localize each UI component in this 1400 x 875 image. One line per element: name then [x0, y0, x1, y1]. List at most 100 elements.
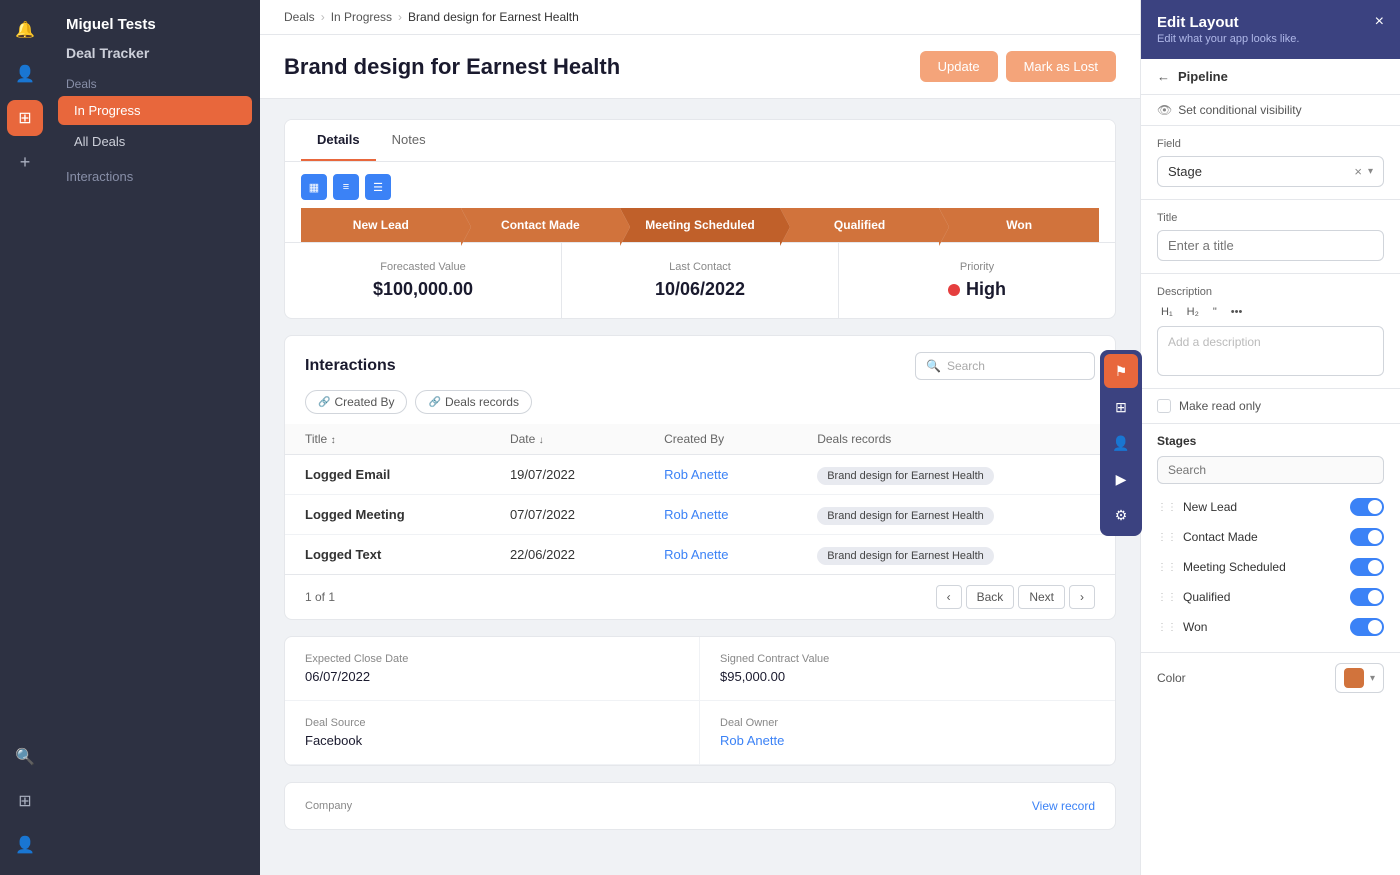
grid-icon[interactable]: ⊞ [7, 100, 43, 136]
nav-all-deals[interactable]: All Deals [58, 127, 252, 156]
field-select[interactable]: Stage × ▾ [1157, 156, 1384, 187]
cell-deals-record[interactable]: Brand design for Earnest Health [797, 535, 1115, 575]
stage-label: New Lead [1183, 500, 1237, 514]
drag-handle-icon[interactable]: ⋮⋮ [1157, 532, 1177, 543]
float-btn-user[interactable]: 👤 [1104, 426, 1138, 460]
apps-icon[interactable]: ⊞ [7, 783, 43, 819]
stage-contact-made[interactable]: Contact Made [461, 208, 621, 242]
deals-section-label: Deals [50, 69, 260, 95]
drag-handle-icon[interactable]: ⋮⋮ [1157, 562, 1177, 573]
pipeline-icons: ▦ ≡ ☰ [301, 174, 1099, 200]
stage-label: Won [1183, 620, 1207, 634]
link-icon: 🔗 [318, 397, 330, 408]
search-icon[interactable]: 🔍 [7, 739, 43, 775]
stages-search-input[interactable] [1157, 456, 1384, 484]
company-section: Company View record [285, 783, 1115, 829]
tab-details[interactable]: Details [301, 120, 376, 161]
pipeline-icon-1[interactable]: ▦ [301, 174, 327, 200]
drag-handle-icon[interactable]: ⋮⋮ [1157, 502, 1177, 513]
detail-cell: Deal Source Facebook [285, 701, 700, 765]
view-record-link[interactable]: View record [1032, 799, 1095, 813]
nav-interactions[interactable]: Interactions [50, 161, 260, 192]
float-btn-table[interactable]: ⊞ [1104, 390, 1138, 424]
filter-tab-deals-records[interactable]: 🔗 Deals records [415, 390, 531, 414]
pipeline-icon-3[interactable]: ☰ [365, 174, 391, 200]
back-arrow-icon[interactable]: ← [1157, 69, 1170, 84]
stage-toggle-left: ⋮⋮ Meeting Scheduled [1157, 560, 1286, 574]
float-btn-flag[interactable]: ⚑ [1104, 354, 1138, 388]
stage-toggle-row: ⋮⋮ Qualified [1157, 582, 1384, 612]
detail-value[interactable]: Rob Anette [720, 733, 1095, 748]
bell-icon[interactable]: 🔔 [7, 12, 43, 48]
desc-h1[interactable]: H₁ [1157, 304, 1177, 320]
desc-quote[interactable]: " [1209, 304, 1221, 320]
drag-handle-icon[interactable]: ⋮⋮ [1157, 592, 1177, 603]
desc-more[interactable]: ••• [1227, 304, 1247, 320]
make-readonly-checkbox[interactable] [1157, 399, 1171, 413]
color-picker-button[interactable]: ▾ [1335, 663, 1384, 693]
col-date[interactable]: Date ↓ [490, 424, 644, 455]
chevron-color-icon: ▾ [1370, 673, 1375, 684]
page-btn-right[interactable]: › [1069, 585, 1095, 609]
page-body: Details Notes ▦ ≡ ☰ New Lead Contact Mad… [260, 99, 1140, 875]
plus-icon[interactable]: + [7, 144, 43, 180]
avatar-icon[interactable]: 👤 [7, 56, 43, 92]
chevron-field-icon: ▾ [1368, 166, 1373, 177]
stage-toggle[interactable] [1350, 498, 1384, 516]
title-input[interactable] [1157, 230, 1384, 261]
stat-priority: Priority High [839, 243, 1115, 318]
stat-last-contact: Last Contact 10/06/2022 [562, 243, 839, 318]
filter-tab-deals-label: Deals records [445, 395, 519, 409]
stage-qualified[interactable]: Qualified [780, 208, 940, 242]
table-row: Logged Text 22/06/2022 Rob Anette Brand … [285, 535, 1115, 575]
user-icon[interactable]: 👤 [7, 827, 43, 863]
detail-value: $95,000.00 [720, 669, 1095, 684]
mark-as-lost-button[interactable]: Mark as Lost [1006, 51, 1116, 82]
stage-new-lead[interactable]: New Lead [301, 208, 461, 242]
pipeline-icon-2[interactable]: ≡ [333, 174, 359, 200]
float-btn-settings[interactable]: ⚙ [1104, 498, 1138, 532]
detail-fields-card: Expected Close Date 06/07/2022 Signed Co… [284, 636, 1116, 766]
stage-toggle[interactable] [1350, 618, 1384, 636]
description-area[interactable]: Add a description [1157, 326, 1384, 376]
breadcrumb-deals[interactable]: Deals [284, 10, 315, 24]
breadcrumb-in-progress[interactable]: In Progress [331, 10, 392, 24]
cell-created-by[interactable]: Rob Anette [644, 495, 797, 535]
page-btn-back[interactable]: Back [966, 585, 1015, 609]
stat-last-contact-label: Last Contact [582, 261, 818, 273]
interactions-search[interactable]: 🔍 Search [915, 352, 1095, 380]
desc-h2[interactable]: H₂ [1183, 304, 1203, 320]
filter-tabs: 🔗 Created By 🔗 Deals records [285, 390, 1115, 424]
filter-tab-created-by-label: Created By [334, 395, 394, 409]
tab-notes[interactable]: Notes [376, 120, 442, 161]
pipeline-stages: New Lead Contact Made Meeting Scheduled … [301, 208, 1099, 242]
update-button[interactable]: Update [920, 51, 998, 82]
title-section: Title [1141, 200, 1400, 274]
cell-deals-record[interactable]: Brand design for Earnest Health [797, 495, 1115, 535]
cell-created-by[interactable]: Rob Anette [644, 455, 797, 495]
page-btn-next[interactable]: Next [1018, 585, 1065, 609]
page-btn-left[interactable]: ‹ [936, 585, 962, 609]
drag-handle-icon[interactable]: ⋮⋮ [1157, 622, 1177, 633]
close-panel-button[interactable]: × [1375, 14, 1384, 30]
filter-tab-created-by[interactable]: 🔗 Created By [305, 390, 407, 414]
cell-deals-record[interactable]: Brand design for Earnest Health [797, 455, 1115, 495]
nav-in-progress[interactable]: In Progress [58, 96, 252, 125]
cell-created-by[interactable]: Rob Anette [644, 535, 797, 575]
stage-toggle[interactable] [1350, 558, 1384, 576]
stage-toggle-left: ⋮⋮ Qualified [1157, 590, 1230, 604]
float-btn-play[interactable]: ▶ [1104, 462, 1138, 496]
stage-won[interactable]: Won [939, 208, 1099, 242]
clear-field-icon[interactable]: × [1354, 164, 1362, 179]
conditional-visibility-row[interactable]: 👁 Set conditional visibility [1141, 95, 1400, 126]
stage-toggle[interactable] [1350, 528, 1384, 546]
stage-meeting-scheduled[interactable]: Meeting Scheduled [620, 208, 780, 242]
stage-toggle[interactable] [1350, 588, 1384, 606]
main-content: Deals › In Progress › Brand design for E… [260, 0, 1140, 875]
field-section: Field Stage × ▾ [1141, 126, 1400, 200]
cell-title: Logged Meeting [285, 495, 490, 535]
table-row: Logged Meeting 07/07/2022 Rob Anette Bra… [285, 495, 1115, 535]
col-title[interactable]: Title ↕ [285, 424, 490, 455]
field-label: Field [1157, 138, 1384, 150]
color-swatch [1344, 668, 1364, 688]
